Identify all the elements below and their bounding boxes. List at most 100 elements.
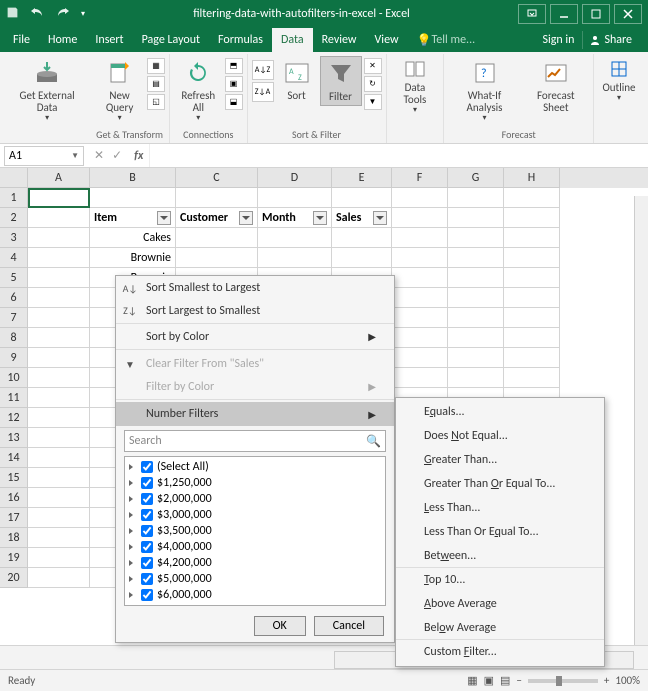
- cell[interactable]: [504, 268, 560, 288]
- col-a[interactable]: A: [28, 168, 90, 188]
- whatif-button[interactable]: ?What-If Analysis▾: [448, 56, 520, 125]
- edit-links-icon[interactable]: ⬓: [225, 94, 243, 110]
- row-header[interactable]: 14: [0, 448, 28, 468]
- custom-filter-item[interactable]: Custom Filter...: [396, 640, 604, 664]
- filter-value-checkbox[interactable]: $4,000,000: [127, 539, 383, 555]
- cell[interactable]: [258, 228, 332, 248]
- view-normal-icon[interactable]: ▦: [467, 674, 477, 687]
- filter-value-checkbox[interactable]: $4,200,000: [127, 555, 383, 571]
- cell[interactable]: [504, 368, 560, 388]
- cell[interactable]: [448, 208, 504, 228]
- cell[interactable]: [392, 208, 448, 228]
- row-header[interactable]: 13: [0, 428, 28, 448]
- row-header[interactable]: 5: [0, 268, 28, 288]
- col-c[interactable]: C: [176, 168, 258, 188]
- cell[interactable]: [392, 368, 448, 388]
- cell[interactable]: [176, 228, 258, 248]
- outline-button[interactable]: Outline▾: [598, 56, 640, 105]
- tab-insert[interactable]: Insert: [86, 28, 132, 52]
- cell[interactable]: [28, 528, 90, 548]
- cell[interactable]: [448, 228, 504, 248]
- sort-desc-item[interactable]: Z↓Sort Largest to Smallest: [116, 300, 394, 324]
- cell[interactable]: [28, 408, 90, 428]
- cell[interactable]: [28, 288, 90, 308]
- top10-item[interactable]: Top 10...: [396, 568, 604, 592]
- cell[interactable]: [392, 268, 448, 288]
- cell[interactable]: [28, 508, 90, 528]
- cell[interactable]: [28, 248, 90, 268]
- tab-page-layout[interactable]: Page Layout: [133, 28, 209, 52]
- filter-dropdown-button[interactable]: [157, 211, 171, 225]
- cell[interactable]: [28, 188, 90, 208]
- col-e[interactable]: E: [332, 168, 392, 188]
- row-header[interactable]: 6: [0, 288, 28, 308]
- filter-value-checkbox[interactable]: $1,250,000: [127, 475, 383, 491]
- tell-me[interactable]: 💡 Tell me...: [408, 28, 485, 52]
- row-header[interactable]: 15: [0, 468, 28, 488]
- greater-than-item[interactable]: Greater Than...: [396, 448, 604, 472]
- vertical-scrollbar[interactable]: [634, 196, 648, 645]
- cell[interactable]: [448, 248, 504, 268]
- cell[interactable]: [176, 248, 258, 268]
- number-filters-item[interactable]: Number Filters▶: [116, 402, 394, 426]
- row-header[interactable]: 11: [0, 388, 28, 408]
- cell[interactable]: [28, 228, 90, 248]
- cell[interactable]: [28, 468, 90, 488]
- formula-input[interactable]: [149, 144, 648, 167]
- zoom-slider[interactable]: [528, 679, 598, 683]
- filter-value-checkbox[interactable]: $3,000,000: [127, 507, 383, 523]
- row-header[interactable]: 12: [0, 408, 28, 428]
- filter-button[interactable]: Filter: [320, 56, 362, 106]
- cell[interactable]: [504, 208, 560, 228]
- cell[interactable]: Cakes: [90, 228, 176, 248]
- cell[interactable]: [332, 248, 392, 268]
- filter-value-checkbox[interactable]: $3,500,000: [127, 523, 383, 539]
- cell[interactable]: [504, 248, 560, 268]
- sort-by-color-item[interactable]: Sort by Color▶: [116, 326, 394, 350]
- less-than-item[interactable]: Less Than...: [396, 496, 604, 520]
- cell[interactable]: [28, 208, 90, 228]
- cell[interactable]: [28, 488, 90, 508]
- filter-value-checkbox[interactable]: $6,000,000: [127, 587, 383, 603]
- close-button[interactable]: [614, 4, 642, 24]
- name-box[interactable]: A1▼: [4, 146, 84, 166]
- from-table-icon[interactable]: ▤: [147, 76, 165, 92]
- cell[interactable]: [448, 188, 504, 208]
- minimize-button[interactable]: [550, 4, 578, 24]
- cell[interactable]: [448, 268, 504, 288]
- between-item[interactable]: Between...: [396, 544, 604, 568]
- cell[interactable]: [332, 228, 392, 248]
- new-query-button[interactable]: New Query▾: [94, 56, 145, 125]
- cell[interactable]: [28, 328, 90, 348]
- cell[interactable]: [448, 308, 504, 328]
- clear-filter-icon[interactable]: ✕: [364, 58, 382, 74]
- header-cell-customer[interactable]: Customer: [176, 208, 258, 228]
- zoom-out-icon[interactable]: −: [516, 674, 521, 687]
- filter-search-input[interactable]: Search🔍: [124, 430, 386, 452]
- filter-values-list[interactable]: (Select All) $1,250,000$2,000,000$3,000,…: [124, 456, 386, 606]
- cell[interactable]: [332, 188, 392, 208]
- row-header[interactable]: 17: [0, 508, 28, 528]
- cell[interactable]: [28, 268, 90, 288]
- zoom-in-icon[interactable]: +: [604, 674, 609, 687]
- reapply-icon[interactable]: ↻: [364, 76, 382, 92]
- header-cell-item[interactable]: Item: [90, 208, 176, 228]
- cell[interactable]: [90, 188, 176, 208]
- cell[interactable]: [28, 388, 90, 408]
- row-header[interactable]: 7: [0, 308, 28, 328]
- tab-view[interactable]: View: [366, 28, 408, 52]
- header-cell-month[interactable]: Month: [258, 208, 332, 228]
- row-header[interactable]: 3: [0, 228, 28, 248]
- col-f[interactable]: F: [392, 168, 448, 188]
- col-d[interactable]: D: [258, 168, 332, 188]
- cell[interactable]: [28, 368, 90, 388]
- share-button[interactable]: Share: [582, 31, 638, 49]
- cell[interactable]: [448, 288, 504, 308]
- row-header[interactable]: 16: [0, 488, 28, 508]
- gte-item[interactable]: Greater Than Or Equal To...: [396, 472, 604, 496]
- tab-data[interactable]: Data: [272, 28, 313, 52]
- header-cell-sales[interactable]: Sales: [332, 208, 392, 228]
- cell[interactable]: [392, 348, 448, 368]
- filter-value-checkbox[interactable]: $6,700,000: [127, 603, 383, 606]
- lte-item[interactable]: Less Than Or Equal To...: [396, 520, 604, 544]
